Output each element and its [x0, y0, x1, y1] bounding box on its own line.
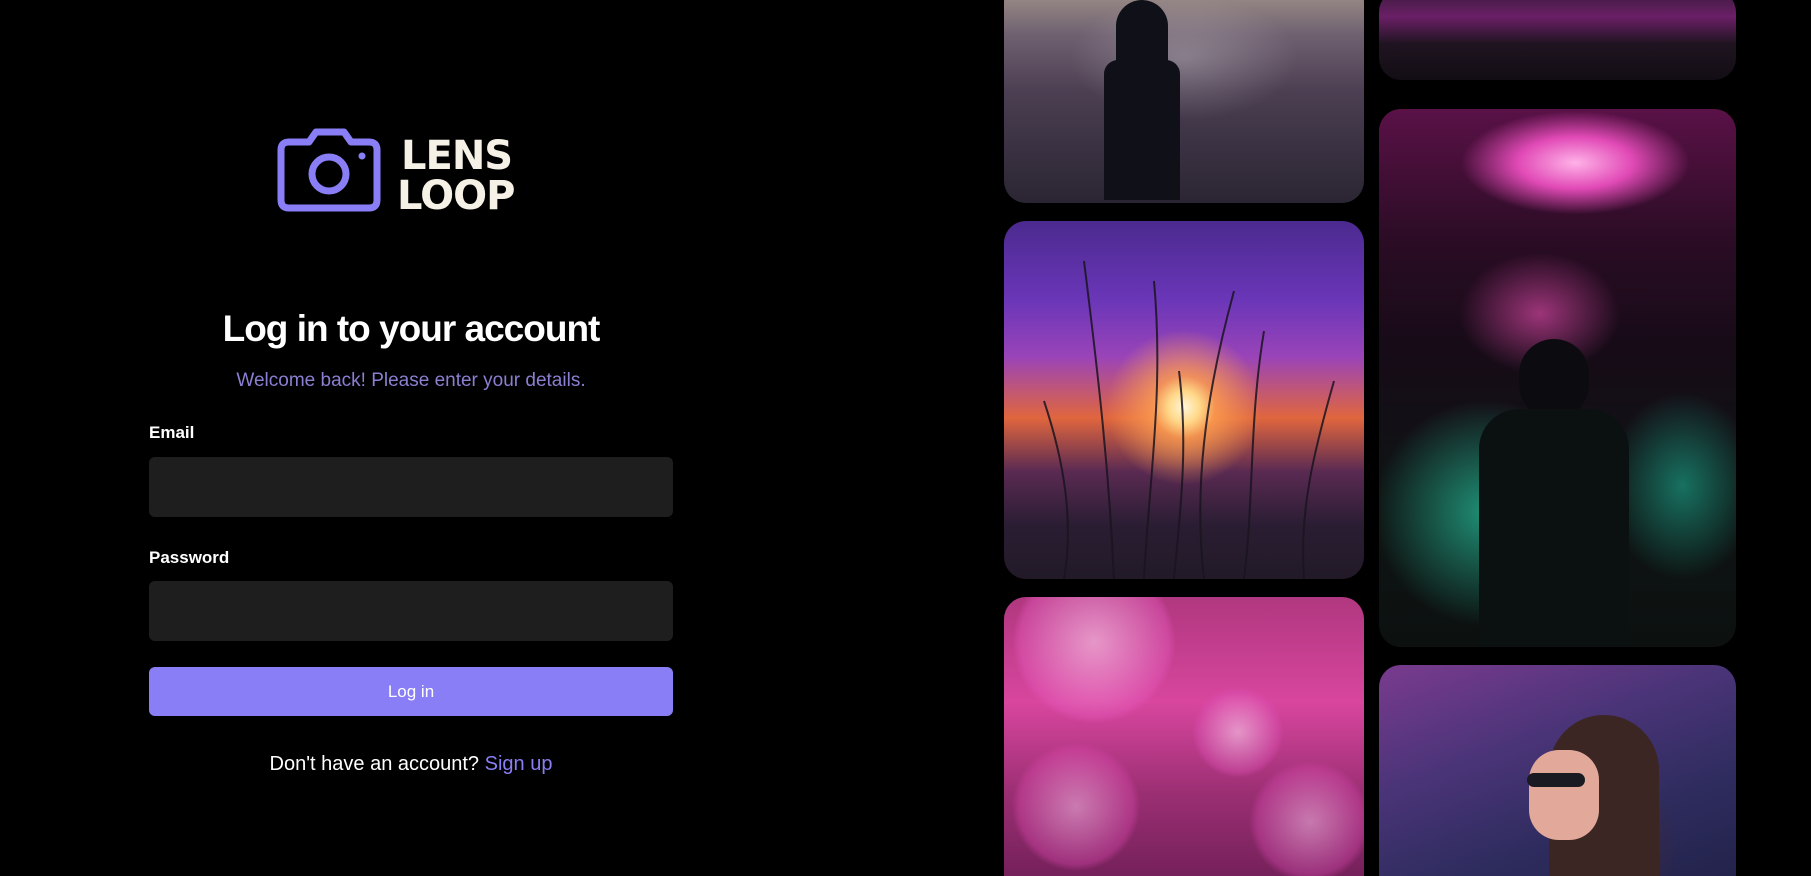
email-field[interactable]: [149, 457, 673, 517]
login-button[interactable]: Log in: [149, 667, 673, 716]
plant-stems-decoration: [1043, 260, 1335, 579]
signup-prompt: Don't have an account?: [269, 753, 485, 775]
pink-bubbles-photo: [1004, 597, 1364, 876]
neon-ceiling-photo: [1379, 0, 1736, 80]
password-label: Password: [149, 548, 230, 567]
woman-sunglasses-photo: [1379, 665, 1736, 876]
page-title: Log in to your account: [222, 308, 601, 349]
svg-text:LOOP: LOOP: [397, 173, 514, 219]
sunset-plants-photo: [1004, 221, 1364, 579]
brand-logo: LENS LOOP: [271, 120, 541, 220]
email-label: Email: [149, 423, 195, 442]
password-field[interactable]: [149, 581, 673, 641]
smoke-neon-person-photo: [1379, 109, 1736, 647]
foggy-silhouette-photo: [1004, 0, 1364, 203]
login-page: LENS LOOP Log in to your account Welcome…: [0, 0, 1811, 876]
signup-link[interactable]: Sign up: [485, 753, 553, 775]
signup-row: Don't have an account? Sign up: [149, 753, 673, 776]
page-subtitle: Welcome back! Please enter your details.: [236, 370, 586, 391]
camera-logo-icon: LENS LOOP: [277, 128, 515, 219]
